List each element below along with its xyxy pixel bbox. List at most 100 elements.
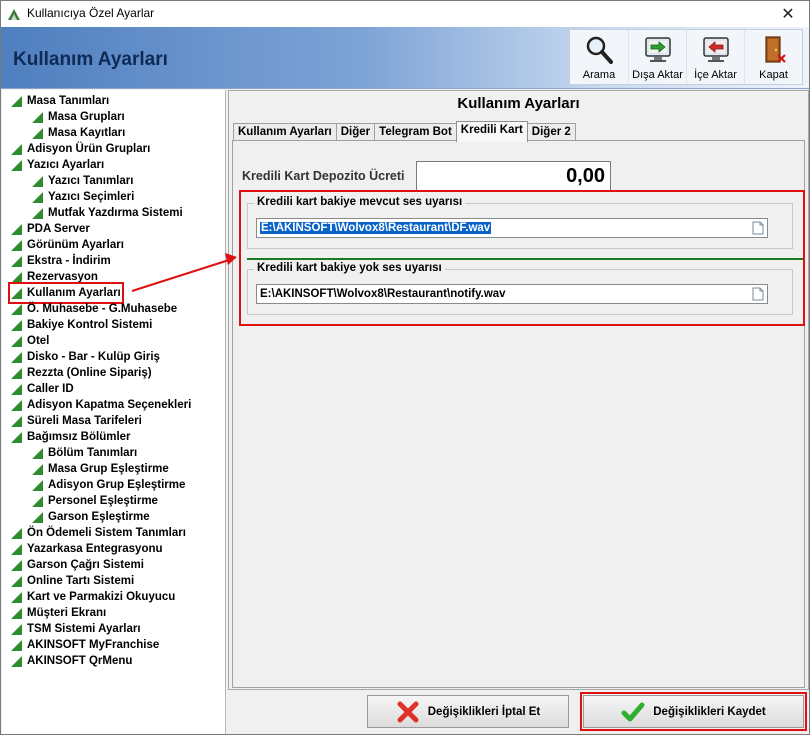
tree-item[interactable]: Garson Eşleştirme — [32, 509, 150, 525]
tree-item-label: Ö. Muhasebe - G.Muhasebe — [27, 303, 178, 315]
tree-item[interactable]: Masa Tanımları — [11, 93, 109, 109]
file-browse-icon[interactable] — [752, 287, 764, 301]
tree-node-icon — [11, 367, 22, 379]
tree-node-icon — [11, 399, 22, 411]
tree-node-icon — [11, 95, 22, 107]
toolbar: Arama Dışa Aktar İçe Aktar Kapat — [569, 29, 803, 85]
tree-item-label: Disko - Bar - Kulüp Giriş — [27, 351, 160, 363]
tree-item[interactable]: Online Tartı Sistemi — [11, 573, 134, 589]
tree-item[interactable]: Yazıcı Tanımları — [32, 173, 133, 189]
tree-item-label: Rezzta (Online Sipariş) — [27, 367, 152, 379]
tree-node-icon — [11, 319, 22, 331]
settings-tree: Masa Tanımları Masa Grupları Masa Kayıtlar… — [2, 90, 226, 734]
tree-node-icon — [11, 383, 22, 395]
tab-diger-2[interactable]: Diğer 2 — [526, 123, 576, 141]
tree-item[interactable]: Müşteri Ekranı — [11, 605, 106, 621]
deposit-label: Kredili Kart Depozito Ücreti — [242, 169, 405, 183]
tree-item-label: Personel Eşleştirme — [48, 495, 158, 507]
tree-item[interactable]: Personel Eşleştirme — [32, 493, 158, 509]
tree-node-icon — [11, 527, 22, 539]
export-button[interactable]: Dışa Aktar — [628, 30, 686, 84]
tree-item-label: Adisyon Grup Eşleştirme — [48, 479, 186, 491]
tree-node-icon — [11, 335, 22, 347]
sound-file-path: E:\AKINSOFT\Wolvox8\Restaurant\notify.wa… — [260, 288, 506, 300]
tree-node-icon — [32, 191, 43, 203]
tree-node-icon — [32, 495, 43, 507]
tree-item[interactable]: Adisyon Kapatma Seçenekleri — [11, 397, 191, 413]
tree-node-icon — [11, 271, 22, 283]
app-window: Kullanıcıya Özel Ayarlar ✕ Kullanım Ayar… — [0, 0, 810, 735]
tree-item[interactable]: Rezzta (Online Sipariş) — [11, 365, 152, 381]
green-check-icon — [621, 702, 645, 721]
import-button[interactable]: İçe Aktar — [686, 30, 744, 84]
tree-item-label: Bağımsız Bölümler — [27, 431, 131, 443]
tree-item[interactable]: Kart ve Parmakizi Okuyucu — [11, 589, 175, 605]
tree-item[interactable]: Bölüm Tanımları — [32, 445, 137, 461]
tree-item[interactable]: Yazarkasa Entegrasyonu — [11, 541, 163, 557]
sound-group-balance-missing: Kredili kart bakiye yok ses uyarısı E:\A… — [247, 262, 793, 315]
tree-item-label: Masa Grup Eşleştirme — [48, 463, 169, 475]
tab-telegram-bot[interactable]: Telegram Bot — [374, 123, 457, 141]
tree-node-icon — [11, 223, 22, 235]
tree-item[interactable]: Rezervasyon — [11, 269, 98, 285]
group-title: Kredili kart bakiye mevcut ses uyarısı — [254, 196, 466, 208]
tree-item[interactable]: Adisyon Ürün Grupları — [11, 141, 150, 157]
tree-item[interactable]: Görünüm Ayarları — [11, 237, 124, 253]
search-button[interactable]: Arama — [570, 30, 628, 84]
tree-item[interactable]: Disko - Bar - Kulüp Giriş — [11, 349, 160, 365]
tree-node-icon — [11, 255, 22, 267]
tree-item[interactable]: Otel — [11, 333, 49, 349]
sound-file-input[interactable]: E:\AKINSOFT\Wolvox8\Restaurant\notify.wa… — [256, 284, 768, 304]
save-changes-button[interactable]: Değişiklikleri Kaydet — [583, 695, 804, 728]
close-icon[interactable]: ✕ — [773, 3, 803, 25]
tree-item-label: Yazıcı Ayarları — [27, 159, 105, 171]
tree-item[interactable]: Bakiye Kontrol Sistemi — [11, 317, 152, 333]
tree-item-label: Kullanım Ayarları — [27, 287, 121, 299]
tab-diger[interactable]: Diğer — [335, 123, 376, 141]
tree-node-icon — [11, 351, 22, 363]
tree-item[interactable]: Yazıcı Seçimleri — [32, 189, 134, 205]
file-browse-icon[interactable] — [752, 221, 764, 235]
search-button-label: Arama — [582, 69, 616, 81]
cancel-changes-label: Değişiklikleri İptal Et — [427, 705, 541, 718]
tree-item[interactable]: Ön Ödemeli Sistem Tanımları — [11, 525, 186, 541]
tree-item[interactable]: Mutfak Yazdırma Sistemi — [32, 205, 183, 221]
tree-item[interactable]: AKINSOFT QrMenu — [11, 653, 132, 669]
tree-item[interactable]: Masa Kayıtları — [32, 125, 125, 141]
tree-node-icon — [11, 655, 22, 667]
tree-item-label: AKINSOFT MyFranchise — [27, 639, 160, 651]
tree-node-icon — [11, 239, 22, 251]
tree-node-icon — [32, 207, 43, 219]
tree-item[interactable]: Yazıcı Ayarları — [11, 157, 104, 173]
sound-file-path: E:\AKINSOFT\Wolvox8\Restaurant\DF.wav — [260, 222, 492, 234]
tab-kullanim-ayarlari[interactable]: Kullanım Ayarları — [233, 123, 337, 141]
tree-item[interactable]: PDA Server — [11, 221, 90, 237]
tree-item[interactable]: Süreli Masa Tarifeleri — [11, 413, 142, 429]
cancel-changes-button[interactable]: Değişiklikleri İptal Et — [367, 695, 569, 728]
exit-button[interactable]: Kapat — [744, 30, 802, 84]
tree-item[interactable]: Ekstra - İndirim — [11, 253, 111, 269]
tree-item-label: Yazarkasa Entegrasyonu — [27, 543, 163, 555]
tree-node-icon — [11, 287, 22, 299]
tree-item-label: Ön Ödemeli Sistem Tanımları — [27, 527, 186, 539]
tab-kredili-kart[interactable]: Kredili Kart — [455, 121, 528, 142]
group-separator — [247, 258, 803, 260]
tree-node-icon — [11, 591, 22, 603]
tree-item[interactable]: Kullanım Ayarları — [8, 282, 124, 304]
page-title: Kullanım Ayarları — [13, 49, 168, 70]
tree-item[interactable]: Caller ID — [11, 381, 74, 397]
tab-strip: Kullanım Ayarları Diğer Telegram Bot Kre… — [233, 121, 576, 142]
exit-button-label: Kapat — [759, 69, 788, 81]
deposit-input[interactable]: 0,00 — [416, 161, 611, 191]
tree-item-label: AKINSOFT QrMenu — [27, 655, 133, 667]
tree-item[interactable]: Ö. Muhasebe - G.Muhasebe — [11, 301, 177, 317]
tree-item[interactable]: Garson Çağrı Sistemi — [11, 557, 144, 573]
tree-item[interactable]: Adisyon Grup Eşleştirme — [32, 477, 185, 493]
tree-item[interactable]: Masa Grupları — [32, 109, 125, 125]
tree-item[interactable]: TSM Sistemi Ayarları — [11, 621, 141, 637]
tree-item[interactable]: AKINSOFT MyFranchise — [11, 637, 159, 653]
sound-file-input[interactable]: E:\AKINSOFT\Wolvox8\Restaurant\DF.wav — [256, 218, 768, 238]
tree-item[interactable]: Bağımsız Bölümler — [11, 429, 131, 445]
tree-item-label: Otel — [27, 335, 50, 347]
tree-item[interactable]: Masa Grup Eşleştirme — [32, 461, 169, 477]
